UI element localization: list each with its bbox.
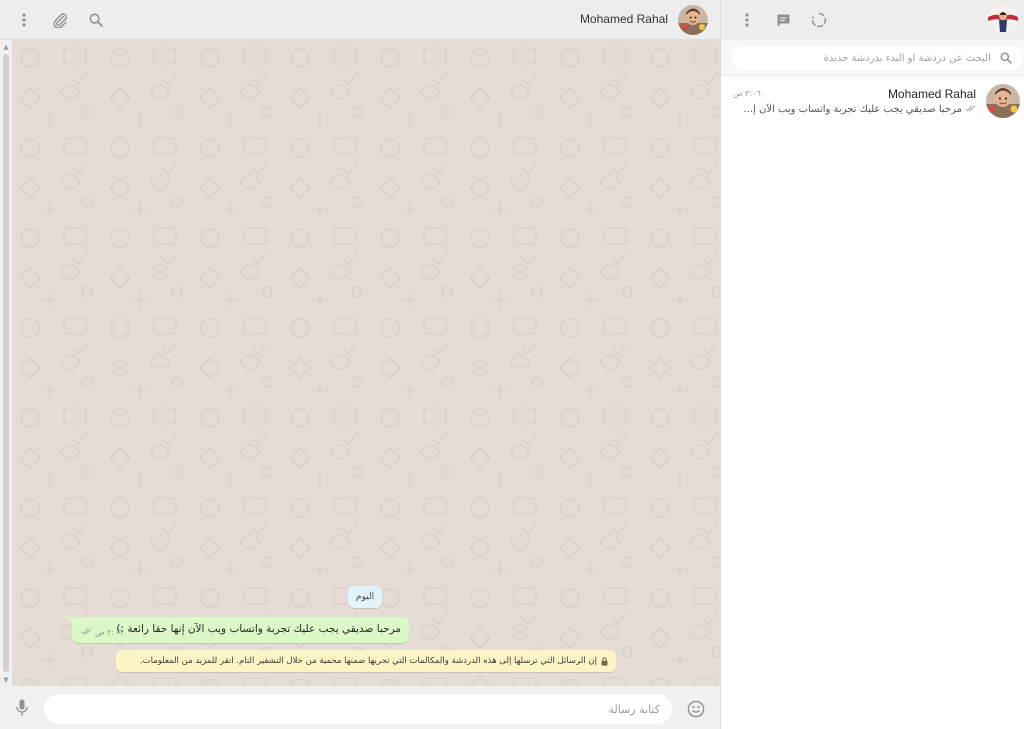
double-check-icon <box>965 104 976 115</box>
chat-list-item[interactable]: Mohamed Rahal ٢:٠٦ ص مرحبا صديقي يجب علي… <box>721 78 1024 126</box>
mic-icon[interactable] <box>12 697 32 719</box>
composer <box>0 686 720 729</box>
encryption-text: إن الرسائل التي ترسلها إلى هذه الدردشة و… <box>139 656 597 666</box>
emoji-icon[interactable] <box>686 699 706 719</box>
new-chat-icon[interactable] <box>771 8 795 32</box>
status-icon[interactable] <box>807 8 831 32</box>
scroll-up-icon[interactable]: ▲ <box>2 43 10 51</box>
search-icon[interactable] <box>1000 52 1012 64</box>
chat-search-input[interactable] <box>731 46 1023 70</box>
chat-time: ٢:٠٦ ص <box>733 89 761 98</box>
message-text: مرحبا صديقي يجب عليك تجربة واتساب ويب ال… <box>116 623 401 635</box>
message-time: ٢:٠٦ ص <box>95 628 123 637</box>
contact-avatar[interactable] <box>678 5 708 35</box>
message-input[interactable] <box>44 694 672 724</box>
scroll-thumb[interactable] <box>3 54 9 672</box>
chat-avatar[interactable] <box>986 84 1020 118</box>
chat-pane: Mohamed Rahal ▲ ▼ اليوم مرحبا صديقي يجب … <box>0 0 720 729</box>
outgoing-message[interactable]: مرحبا صديقي يجب عليك تجربة واتساب ويب ال… <box>66 617 409 643</box>
search-icon[interactable] <box>84 8 108 32</box>
menu-dots-icon[interactable] <box>12 8 36 32</box>
encryption-notice[interactable]: إن الرسائل التي ترسلها إلى هذه الدردشة و… <box>116 650 616 672</box>
chat-preview: مرحبا صديقي يجب عليك تجربة واتساب ويب ال… <box>744 104 977 115</box>
chat-name: Mohamed Rahal <box>887 87 976 101</box>
scrollbar[interactable]: ▲ ▼ <box>0 40 12 686</box>
bubble-tail <box>66 617 74 625</box>
contact-name[interactable]: Mohamed Rahal <box>580 12 668 26</box>
double-check-icon <box>81 628 92 637</box>
date-chip: اليوم <box>348 586 382 608</box>
attach-icon[interactable] <box>48 8 72 32</box>
sidebar-header <box>721 0 1024 40</box>
message-meta: ٢:٠٦ ص <box>81 628 123 637</box>
chat-preview-text: مرحبا صديقي يجب عليك تجربة واتساب ويب ال… <box>743 104 963 115</box>
my-avatar[interactable] <box>988 4 1018 34</box>
chat-header: Mohamed Rahal <box>0 0 720 40</box>
lock-icon <box>601 656 608 666</box>
scroll-down-icon[interactable]: ▼ <box>2 676 10 684</box>
sidebar: Mohamed Rahal ٢:٠٦ ص مرحبا صديقي يجب علي… <box>721 0 1024 729</box>
search-bar <box>721 40 1024 76</box>
menu-dots-icon[interactable] <box>735 8 759 32</box>
